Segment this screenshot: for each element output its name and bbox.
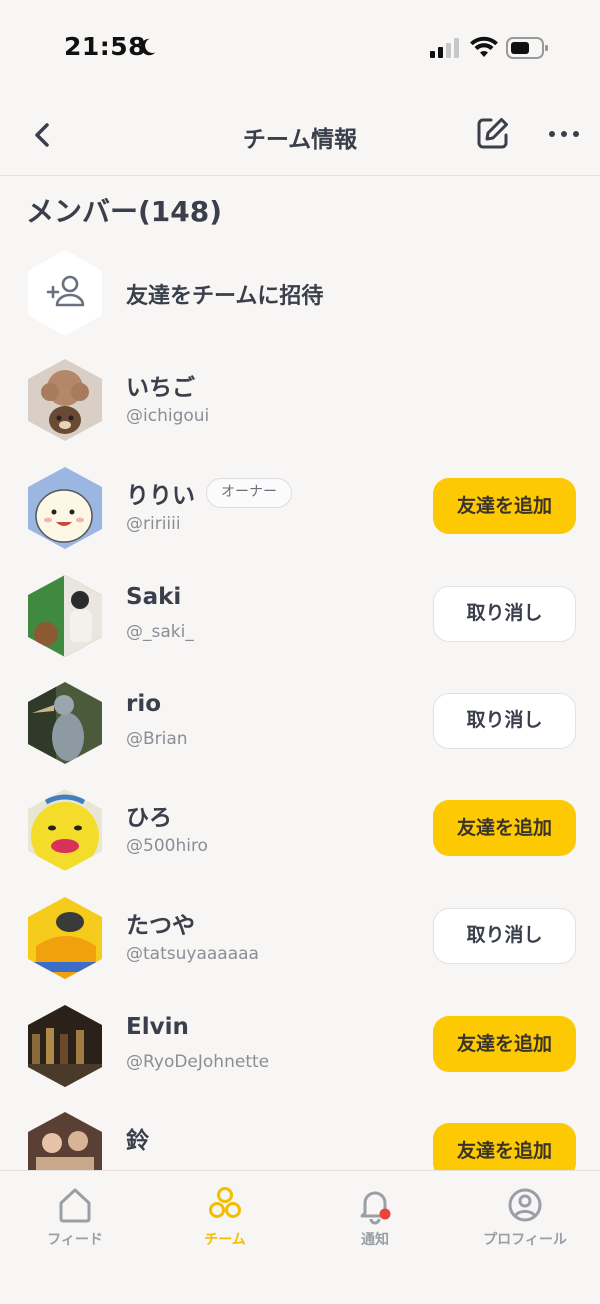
member-name: 鈴 bbox=[126, 1128, 149, 1154]
member-name: rio bbox=[126, 691, 162, 717]
notification-dot bbox=[379, 1208, 391, 1220]
member-handle: @tatsuyaaaaaa bbox=[126, 944, 259, 964]
member-handle: @ririiii bbox=[126, 514, 181, 534]
member-row[interactable]: Saki @_saki_ 取り消し bbox=[0, 572, 600, 662]
add-user-icon bbox=[28, 250, 102, 336]
member-handle: @RyoDeJohnette bbox=[126, 1052, 270, 1072]
add-friend-button[interactable]: 友達を追加 bbox=[433, 800, 576, 856]
battery-icon bbox=[506, 37, 548, 59]
cancel-request-button[interactable]: 取り消し bbox=[433, 586, 576, 642]
tab-feed[interactable]: フィード bbox=[0, 1185, 150, 1249]
motion-avatar bbox=[28, 897, 102, 979]
member-handle: @_saki_ bbox=[126, 622, 194, 642]
member-handle: @ichigoui bbox=[126, 406, 210, 426]
cancel-request-button[interactable]: 取り消し bbox=[433, 693, 576, 749]
edit-icon[interactable] bbox=[474, 114, 512, 152]
tab-label: 通知 bbox=[361, 1232, 389, 1248]
cancel-request-button[interactable]: 取り消し bbox=[433, 908, 576, 964]
invite-friends-row[interactable]: 友達をチームに招待 bbox=[0, 250, 600, 336]
member-name: Saki bbox=[126, 584, 182, 610]
member-name: りりい bbox=[126, 483, 195, 509]
add-friend-button[interactable]: 友達を追加 bbox=[433, 478, 576, 534]
photo-avatar bbox=[28, 575, 102, 657]
header: チーム情報 bbox=[0, 96, 600, 176]
team-icon bbox=[209, 1187, 241, 1218]
cellular-signal-icon bbox=[430, 38, 459, 58]
profile-icon bbox=[508, 1188, 542, 1222]
tab-label: フィード bbox=[47, 1232, 103, 1248]
poodle-avatar bbox=[28, 359, 102, 441]
home-icon bbox=[59, 1188, 91, 1223]
bell-icon bbox=[360, 1191, 391, 1225]
bar-avatar bbox=[28, 1005, 102, 1087]
yellow-character-avatar bbox=[28, 789, 102, 871]
owner-badge: オーナー bbox=[206, 478, 292, 508]
wifi-icon bbox=[470, 36, 498, 57]
bird-avatar bbox=[28, 682, 102, 764]
member-row[interactable]: ひろ @500hiro 友達を追加 bbox=[0, 786, 600, 876]
member-handle: @Brian bbox=[126, 729, 188, 749]
member-row[interactable]: いちご @ichigoui bbox=[0, 356, 600, 446]
member-name: Elvin bbox=[126, 1014, 189, 1040]
tab-notifications[interactable]: 通知 bbox=[300, 1185, 450, 1249]
members-section-title: メンバー(148) bbox=[26, 195, 223, 228]
member-handle: @500hiro bbox=[126, 836, 208, 856]
more-options-icon[interactable] bbox=[546, 120, 582, 144]
tab-profile[interactable]: プロフィール bbox=[450, 1185, 600, 1249]
chick-avatar bbox=[28, 467, 102, 549]
status-bar: 21:58 bbox=[0, 0, 600, 96]
tab-team[interactable]: チーム bbox=[150, 1185, 300, 1249]
tab-bar: フィード チーム 通知 プロフィール bbox=[0, 1170, 600, 1304]
member-row[interactable]: Elvin @RyoDeJohnette 友達を追加 bbox=[0, 1002, 600, 1092]
member-row[interactable]: rio @Brian 取り消し bbox=[0, 679, 600, 769]
tab-label: プロフィール bbox=[483, 1232, 567, 1248]
member-name: いちご bbox=[126, 375, 195, 401]
member-name: ひろ bbox=[126, 805, 172, 831]
member-row[interactable]: たつや @tatsuyaaaaaa 取り消し bbox=[0, 894, 600, 984]
invite-friends-label: 友達をチームに招待 bbox=[126, 284, 324, 309]
member-name: たつや bbox=[126, 913, 195, 939]
add-friend-button[interactable]: 友達を追加 bbox=[433, 1016, 576, 1072]
moon-icon bbox=[140, 38, 156, 56]
tab-label: チーム bbox=[204, 1232, 246, 1248]
member-row[interactable]: りりい オーナー @ririiii 友達を追加 bbox=[0, 464, 600, 554]
status-time: 21:58 bbox=[64, 32, 147, 61]
